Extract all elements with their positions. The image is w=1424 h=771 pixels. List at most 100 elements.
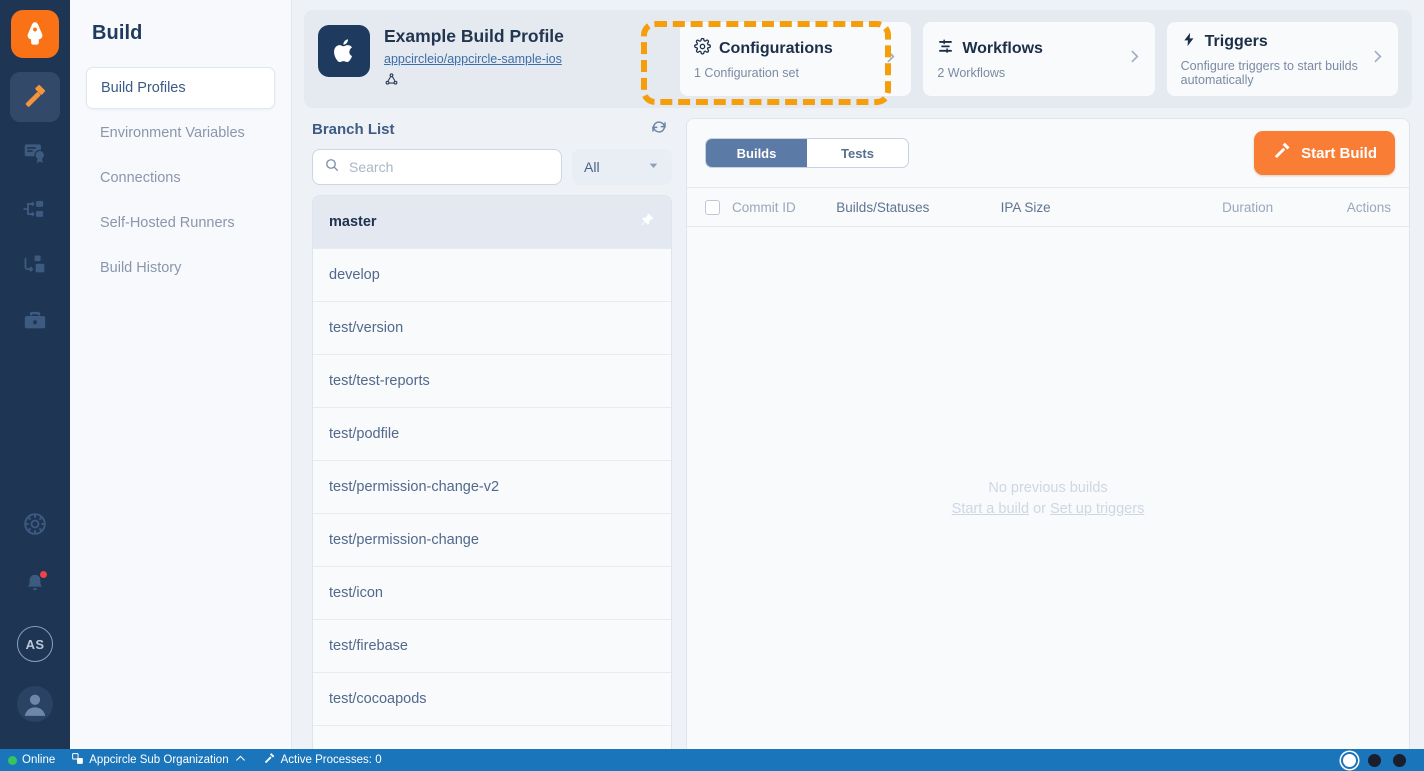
sidebar-item-build-history[interactable]: Build History [86,247,275,289]
filter-value: All [584,159,600,175]
column-ipa-size[interactable]: IPA Size [1001,200,1223,215]
chevron-right-icon [1369,48,1386,70]
branch-name: test/cocoapods [329,691,427,707]
branch-name: master [329,214,377,230]
main-content: Example Build Profile appcircleio/appcir… [292,0,1424,771]
branch-row[interactable]: master [313,196,671,249]
content-body: Branch List Search All master develop te… [304,108,1412,771]
apple-icon [318,25,370,77]
rail-item-distribution[interactable] [10,184,60,234]
start-build-button[interactable]: Start Build [1254,131,1395,175]
branch-name: test/firebase [329,638,408,654]
branch-row[interactable]: test/test-reports [313,355,671,408]
window-control-3[interactable] [1393,753,1406,767]
card-title-text: Workflows [962,40,1043,57]
rail-item-build[interactable] [10,72,60,122]
organization-avatar[interactable]: AS [10,619,60,669]
start-build-label: Start Build [1301,144,1377,162]
pin-icon[interactable] [639,212,655,232]
bell-notification-icon[interactable] [10,559,60,609]
profile-repo-link[interactable]: appcircleio/appcircle-sample-ios [384,52,562,66]
branch-row[interactable]: test/podfile [313,408,671,461]
branch-search[interactable] [312,149,562,185]
window-controls [1343,753,1416,767]
select-all-checkbox[interactable] [705,199,720,215]
organization-label: Appcircle Sub Organization [89,754,229,766]
build-sidebar: Build Build Profiles Environment Variabl… [70,0,292,771]
refresh-icon[interactable] [650,118,668,141]
branch-row[interactable]: test/cocoapods [313,673,671,726]
branch-name: develop [329,267,380,283]
card-title-text: Triggers [1204,33,1268,50]
branch-name: test/podfile [329,426,400,442]
notification-badge [39,570,48,579]
chevron-up-icon[interactable] [234,752,247,768]
sidebar-item-connections[interactable]: Connections [86,157,275,199]
start-a-build-link[interactable]: Start a build [952,501,1029,517]
search-icon [324,157,340,178]
organization-icon [71,752,84,768]
branch-filters: All [304,149,672,195]
branch-name: test/icon [329,585,383,601]
rail-item-resources[interactable] [10,296,60,346]
builds-table-header: Commit ID Builds/Statuses IPA Size Durat… [687,187,1409,227]
organization-initials: AS [17,626,53,662]
set-up-triggers-link[interactable]: Set up triggers [1050,501,1144,517]
rail-item-store-submission[interactable] [10,240,60,290]
tab-builds[interactable]: Builds [706,139,807,167]
card-configurations[interactable]: Configurations 1 Configuration set [680,22,912,96]
online-status-dot [8,755,17,765]
git-connection-icon [384,72,564,92]
card-workflows[interactable]: Workflows 2 Workflows [923,22,1155,96]
rail-item-signing-identities[interactable] [10,128,60,178]
branch-row[interactable]: test/permission-change [313,514,671,567]
sidebar-item-self-hosted-runners[interactable]: Self-Hosted Runners [86,202,275,244]
branch-row[interactable]: develop [313,249,671,302]
branch-row[interactable]: test/icon [313,567,671,620]
sidebar-item-label: Build Profiles [101,80,186,96]
sidebar-item-environment-variables[interactable]: Environment Variables [86,112,275,154]
card-subtitle: 1 Configuration set [694,66,799,80]
builds-empty-state: No previous builds Start a build or Set … [687,227,1409,770]
card-triggers[interactable]: Triggers Configure triggers to start bui… [1166,22,1398,96]
card-subtitle: 2 Workflows [937,66,1006,80]
column-actions[interactable]: Actions [1347,200,1391,215]
status-bar: Online Appcircle Sub Organization Active… [0,749,1424,771]
branch-name: test/version [329,320,404,336]
user-avatar-icon[interactable] [10,679,60,729]
empty-state-or: or [1033,500,1046,517]
settings-wheel-icon[interactable] [10,499,60,549]
tab-tests[interactable]: Tests [807,139,908,167]
page-title: Build [92,22,143,44]
lightning-bolt-icon [1181,31,1197,53]
window-control-1[interactable] [1343,753,1356,767]
search-input[interactable] [349,159,550,175]
column-commit-id[interactable]: Commit ID [720,200,836,215]
card-subtitle: Configure triggers to start builds autom… [1180,59,1358,87]
chevron-down-icon [647,159,660,175]
window-control-2[interactable] [1368,753,1381,767]
status-online: Online [8,754,55,766]
builds-tests-tabs[interactable]: Builds Tests [705,138,909,168]
builds-toolbar: Builds Tests Start Build [687,119,1409,187]
column-builds-statuses[interactable]: Builds/Statuses [836,200,1000,215]
branch-list[interactable]: master develop test/version test/test-re… [312,195,672,771]
online-label: Online [22,754,56,766]
branch-filter-select[interactable]: All [572,149,672,185]
chevron-right-icon [1126,48,1143,70]
branch-row[interactable]: test/permission-change-v2 [313,461,671,514]
appcircle-logo-icon[interactable] [11,10,59,58]
gear-icon [694,37,711,60]
tab-label: Builds [736,145,777,161]
status-active-processes[interactable]: Active Processes: 0 [263,752,382,768]
column-duration[interactable]: Duration [1222,200,1347,215]
sidebar-item-build-profiles[interactable]: Build Profiles [86,67,275,109]
branch-list-title: Branch List [312,121,395,138]
builds-panel: Builds Tests Start Build Commit ID Build… [686,118,1410,771]
sidebar-item-label: Build History [100,260,182,276]
branch-row[interactable]: test/firebase [313,620,671,673]
hammer-icon [1272,141,1292,165]
icon-rail: AS [0,0,70,771]
branch-row[interactable]: test/version [313,302,671,355]
status-organization[interactable]: Appcircle Sub Organization [71,752,246,768]
